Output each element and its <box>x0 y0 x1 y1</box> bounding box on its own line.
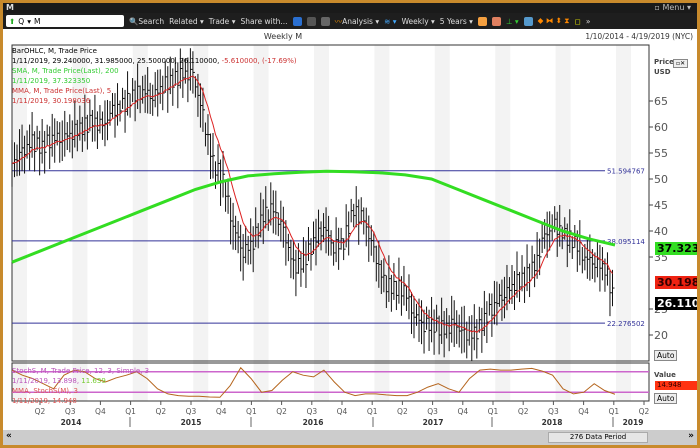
quarter-label: Q1 <box>367 407 378 416</box>
quarter-label: Q3 <box>65 407 76 416</box>
price-tick-label: 55 <box>654 147 668 160</box>
quarter-label: Q2 <box>276 407 287 416</box>
search-button[interactable]: 🔍Search <box>129 17 164 26</box>
mma-value-tag: 30.1980 <box>655 276 697 289</box>
symbol-type[interactable]: Q <box>18 17 24 26</box>
draw-icon[interactable]: ⊥ ▾ <box>506 17 519 26</box>
more-icon[interactable]: » <box>586 17 591 26</box>
quarter-label: Q3 <box>186 407 197 416</box>
legend-stoch-mma: MMA, StochS(M), 3 <box>12 387 78 395</box>
year-label: 2016 <box>303 418 324 427</box>
quarter-band <box>495 45 511 401</box>
analysis-menu[interactable]: 〰Analysis ▾ <box>335 16 380 27</box>
year-label: 2018 <box>542 418 563 427</box>
quarter-label: Q4 <box>457 407 468 416</box>
symbol-value: M <box>33 16 41 26</box>
window-titlebar: M ▫ Menu ▾ <box>3 3 697 13</box>
legend-stoch: StochS, M, Trade Price, 12, 3, Simple, 3 <box>12 367 150 375</box>
share-menu[interactable]: Share with... <box>240 17 287 26</box>
price-tick-label: 45 <box>654 199 668 212</box>
trade-menu[interactable]: Trade ▾ <box>209 17 236 26</box>
legend-sma-value: 1/11/2019, 37.323350 <box>12 77 91 85</box>
up-arrow-icon: ⬆ <box>9 16 16 26</box>
quarter-label: Q4 <box>216 407 227 416</box>
legend-ohlc: 1/11/2019, 29.240000, 31.985000, 25.5000… <box>12 57 222 65</box>
toolbar: ⬆ Q ▾ M 🔍Search Related ▾ Trade ▾ Share wit… <box>3 13 697 29</box>
quarter-label: Q4 <box>95 407 106 416</box>
redo-icon[interactable] <box>306 16 316 26</box>
legend-sma: SMA, M, Trade Price(Last), 200 <box>12 67 119 75</box>
quarter-label: Q2 <box>639 407 650 416</box>
legend-stoch-mma-value: 1/11/2019, 14.948 <box>12 397 77 405</box>
quarter-label: Q2 <box>518 407 529 416</box>
zoom-icons[interactable]: ◆ ⧓ ⬍ ⧗ <box>538 16 570 26</box>
year-label: 2017 <box>423 418 444 427</box>
quarter-label: Q3 <box>427 407 438 416</box>
quarter-label: Q4 <box>337 407 348 416</box>
related-menu[interactable]: Related ▾ <box>169 17 204 26</box>
scroll-end-icon[interactable]: » <box>688 431 694 441</box>
legend-stoch-signal: 11.639 <box>81 377 106 385</box>
stoch-axis-title: Value <box>654 371 676 379</box>
copy-icon[interactable] <box>320 16 330 26</box>
chart-type-icon[interactable] <box>477 16 487 26</box>
price-legend: BarOHLC, M, Trade Price 1/11/2019, 29.24… <box>12 46 297 106</box>
price-tick-label: 40 <box>654 225 668 238</box>
range-menu[interactable]: 5 Years ▾ <box>440 17 473 26</box>
undo-icon[interactable] <box>292 16 302 26</box>
window-title: M <box>6 3 14 12</box>
last-price-tag: 26.1100 <box>655 297 697 310</box>
layout-icon[interactable] <box>523 16 533 26</box>
menu-label: Menu <box>662 3 685 12</box>
time-scrollbar[interactable]: « 276 Data Period » <box>3 430 697 445</box>
price-tick-label: 50 <box>654 173 668 186</box>
chart-panel: Weekly M 1/10/2014 - 4/19/2019 (NYC) 65 6… <box>3 29 697 430</box>
year-label: 2015 <box>181 418 202 427</box>
auto-scale-button[interactable]: Auto <box>654 350 678 361</box>
scroll-start-icon[interactable]: « <box>6 431 12 441</box>
legend-line: BarOHLC, M, Trade Price <box>12 47 97 55</box>
quarter-label: Q2 <box>397 407 408 416</box>
year-label: 2019 <box>623 418 644 427</box>
scrollbar-thumb[interactable]: 276 Data Period <box>548 432 648 443</box>
stoch-value-tag: 14.948 <box>655 381 697 390</box>
quarter-label: Q3 <box>306 407 317 416</box>
quarter-label: Q3 <box>548 407 559 416</box>
quarter-label: Q1 <box>488 407 499 416</box>
quarter-band <box>555 45 571 401</box>
symbol-input[interactable]: ⬆ Q ▾ M <box>6 15 124 27</box>
price-tick-label: 65 <box>654 95 668 108</box>
sma-value-tag: 37.32335 <box>655 242 697 255</box>
legend-mma-value: 1/11/2019, 30.198036 <box>12 97 91 105</box>
price-tick-label: 60 <box>654 121 668 134</box>
quarter-label: Q1 <box>125 407 136 416</box>
stoch-legend: StochS, M, Trade Price, 12, 3, Simple, 3… <box>12 366 149 406</box>
price-axis-title: Price USD <box>654 58 674 76</box>
interval-menu[interactable]: Weekly ▾ <box>402 17 435 26</box>
quarter-label: Q1 <box>246 407 257 416</box>
studies-icon[interactable]: ≋ ▾ <box>384 17 396 26</box>
legend-mma: MMA, M, Trade Price(Last), 5 <box>12 87 112 95</box>
year-label: 2014 <box>61 418 82 427</box>
quarter-band <box>616 45 631 401</box>
quarter-band <box>434 45 450 401</box>
menu-button[interactable]: ▫ Menu ▾ <box>655 3 692 13</box>
quarter-band <box>374 45 390 401</box>
stoch-auto-button[interactable]: Auto <box>654 393 678 404</box>
dropdown-icon[interactable]: ▾ <box>27 17 31 26</box>
quarter-label: Q2 <box>155 407 166 416</box>
horizontal-line-label: 51.594767 <box>607 168 645 176</box>
panel-close-icon[interactable]: ▫✕ <box>673 59 689 68</box>
legend-stoch-value: 1/11/2019, 13.898, <box>12 377 82 385</box>
select-icon[interactable]: ◻ <box>575 17 581 26</box>
legend-change: -5.610000, (-17.69%) <box>221 57 297 65</box>
quarter-label: Q1 <box>608 407 619 416</box>
template-icon[interactable] <box>491 16 501 26</box>
quarter-label: Q4 <box>578 407 589 416</box>
quarter-label: Q2 <box>35 407 46 416</box>
horizontal-line-label: 22.276502 <box>607 320 645 328</box>
price-tick-label: 20 <box>654 329 668 342</box>
